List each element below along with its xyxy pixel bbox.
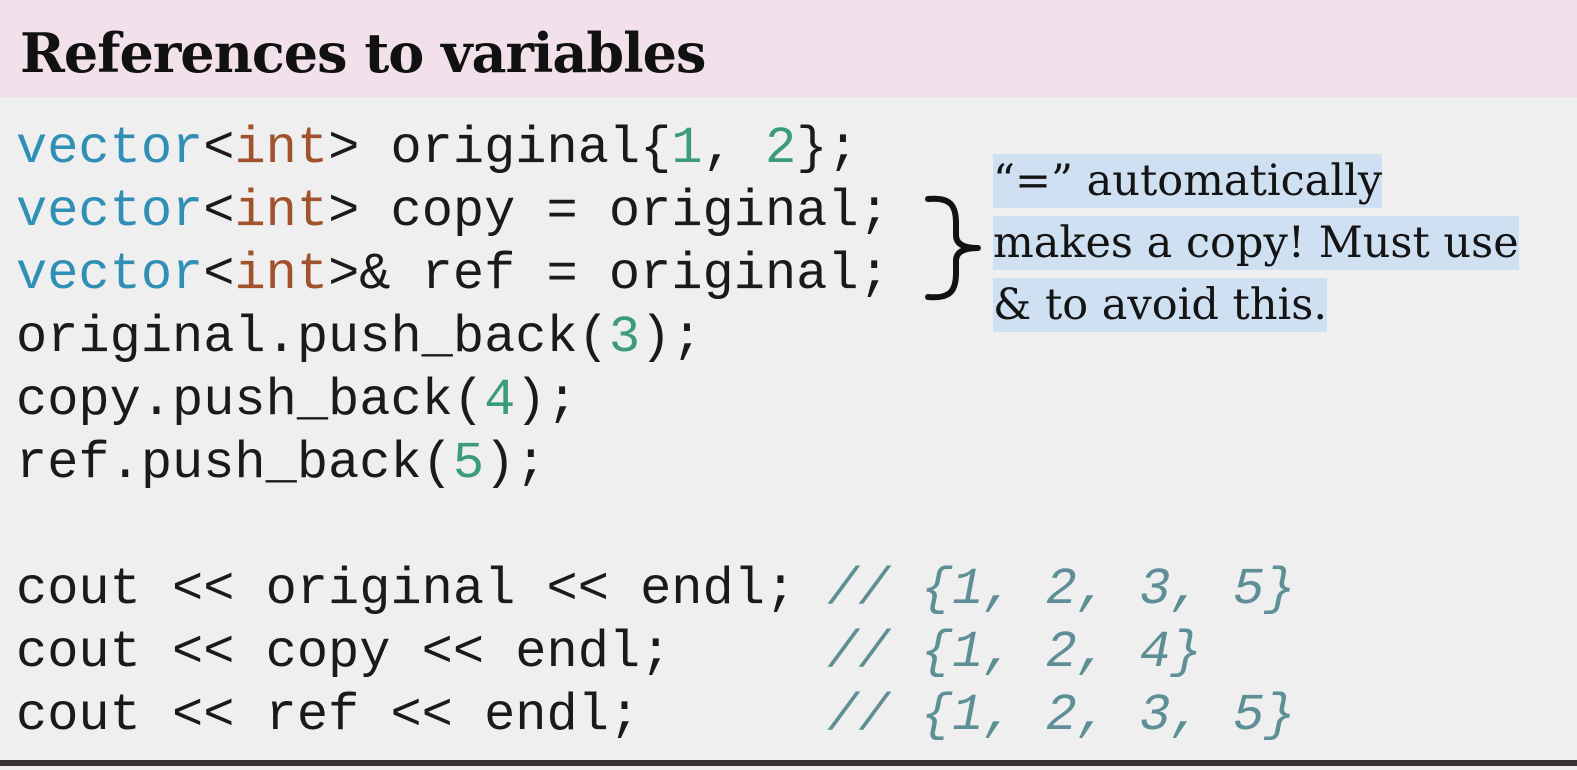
code-comment: // {1, 2, 3, 5} bbox=[827, 686, 1296, 745]
callout-text: “=” automatically makes a copy! Must use… bbox=[993, 154, 1519, 332]
code-line-5: copy.push_back(4); bbox=[16, 370, 578, 432]
code-token: < bbox=[203, 182, 235, 241]
code-token: ); bbox=[640, 308, 703, 367]
code-line-8: cout << copy << endl; // {1, 2, 4} bbox=[16, 622, 1202, 684]
code-token: 4 bbox=[484, 371, 516, 430]
code-token: int bbox=[234, 182, 329, 241]
code-token: >& ref = original; bbox=[328, 245, 890, 304]
code-token: copy.push_back( bbox=[16, 371, 485, 430]
code-token: , bbox=[702, 119, 765, 178]
code-token: cout << original << endl; bbox=[16, 560, 828, 619]
code-token: }; bbox=[796, 119, 859, 178]
code-token: ref.push_back( bbox=[16, 434, 453, 493]
code-token: 5 bbox=[452, 434, 485, 493]
code-token: ); bbox=[515, 371, 578, 430]
code-comment: // {1, 2, 4} bbox=[827, 623, 1202, 682]
code-line-6: ref.push_back(5); bbox=[16, 433, 547, 495]
code-line-7: cout << original << endl; // {1, 2, 3, 5… bbox=[16, 559, 1295, 621]
code-token: 3 bbox=[608, 308, 641, 367]
slide-title: References to variables bbox=[20, 21, 706, 85]
code-token: cout << copy << endl; bbox=[16, 623, 828, 682]
code-token: 1 bbox=[671, 119, 703, 178]
code-token: vector bbox=[16, 182, 204, 241]
code-comment: // {1, 2, 3, 5} bbox=[827, 560, 1296, 619]
code-line-9: cout << ref << endl; // {1, 2, 3, 5} bbox=[16, 685, 1295, 747]
right-curly-brace-icon bbox=[925, 195, 981, 301]
bottom-divider bbox=[0, 760, 1577, 766]
code-token: vector bbox=[16, 119, 204, 178]
code-line-3: vector<int>& ref = original; bbox=[16, 244, 890, 306]
slide-header: References to variables bbox=[0, 0, 1577, 97]
code-token: > original{ bbox=[328, 119, 672, 178]
code-token: ); bbox=[484, 434, 547, 493]
code-line-1: vector<int> original{1, 2}; bbox=[16, 118, 859, 180]
callout-note: “=” automatically makes a copy! Must use… bbox=[993, 150, 1533, 336]
code-token: < bbox=[203, 119, 235, 178]
code-token: 2 bbox=[764, 119, 797, 178]
code-token: original.push_back( bbox=[16, 308, 609, 367]
code-line-2: vector<int> copy = original; bbox=[16, 181, 890, 243]
code-token: cout << ref << endl; bbox=[16, 686, 828, 745]
code-token: int bbox=[234, 245, 329, 304]
code-token: < bbox=[203, 245, 235, 304]
code-token: > copy = original; bbox=[328, 182, 890, 241]
code-line-4: original.push_back(3); bbox=[16, 307, 703, 369]
code-token: vector bbox=[16, 245, 204, 304]
code-token: int bbox=[234, 119, 329, 178]
